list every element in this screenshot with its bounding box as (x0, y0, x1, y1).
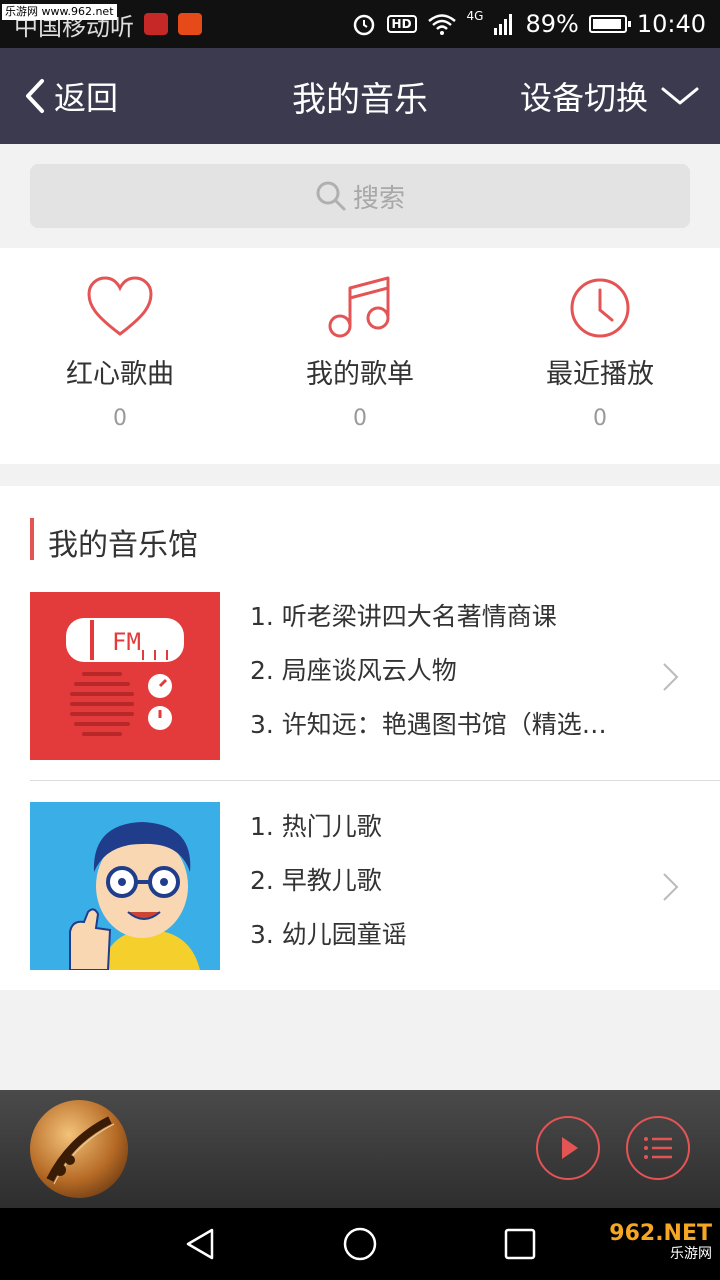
search-section: 搜索 (0, 144, 720, 248)
status-bar: 乐游网 www.962.net 中国移动听 HD 4G 89% 10:40 (0, 0, 720, 48)
card-item[interactable]: 3. 幼儿园童谣 (250, 908, 650, 962)
search-input[interactable]: 搜索 (30, 164, 690, 228)
clock-time: 10:40 (636, 10, 706, 38)
quick-entries: 红心歌曲 0 我的歌单 0 最近播放 0 (0, 248, 720, 464)
section-title: 我的音乐馆 (48, 528, 198, 563)
fm-radio-thumbnail: FM (30, 592, 220, 760)
card-item-list: 1. 热门儿歌 2. 早教儿歌 3. 幼儿园童谣 (250, 800, 650, 962)
home-circle-icon[interactable] (342, 1226, 378, 1262)
watermark-logo-main: 962.NET (609, 1221, 712, 1246)
music-note-icon (328, 276, 390, 338)
quick-entry-recent[interactable]: 最近播放 0 (480, 248, 720, 464)
back-label: 返回 (54, 79, 119, 117)
chevron-right-icon (663, 873, 679, 901)
chevron-down-icon (661, 87, 699, 105)
watermark-text: 乐游网 www.962.net (2, 4, 117, 20)
playlist-button[interactable] (626, 1116, 690, 1180)
chevron-left-icon (26, 79, 44, 113)
now-playing-cover[interactable] (30, 1100, 128, 1198)
quick-entry-count: 0 (113, 406, 127, 431)
quick-entry-favorites[interactable]: 红心歌曲 0 (0, 248, 240, 464)
device-switch-label: 设备切换 (519, 79, 648, 117)
quick-entry-count: 0 (593, 406, 607, 431)
962-watermark-logo: 962.NET 乐游网 (609, 1221, 712, 1264)
cartoon-man-thumbnail (30, 802, 220, 970)
quick-entry-playlists[interactable]: 我的歌单 0 (240, 248, 480, 464)
video-notification-icon (178, 13, 202, 35)
alarm-icon (353, 14, 374, 36)
search-placeholder: 搜索 (352, 183, 405, 214)
quick-entry-count: 0 (353, 406, 367, 431)
device-switch-button[interactable]: 设备切换 (520, 48, 700, 144)
card-divider (30, 780, 720, 781)
clock-icon (570, 278, 630, 338)
hd-icon: HD (386, 15, 417, 33)
network-type-label: 4G (466, 9, 484, 23)
back-triangle-icon[interactable] (182, 1226, 218, 1262)
card-item-list: 1. 听老梁讲四大名著情商课 2. 局座谈风云人物 3. 许知远：艳遇图书馆（精… (250, 590, 650, 752)
battery-percent: 89% (525, 10, 579, 38)
music-hall-section: 我的音乐馆 FM 1. 听老梁讲四大名著情商课 2. 局座谈风云人物 3. 许知… (0, 486, 720, 990)
quick-entry-label: 红心歌曲 (66, 359, 174, 390)
recents-square-icon[interactable] (502, 1226, 538, 1262)
mini-player (0, 1090, 720, 1208)
watermark-logo-sub: 乐游网 (670, 1246, 712, 1262)
nav-bar: 返回 我的音乐 设备切换 (0, 48, 720, 144)
wifi-icon (427, 14, 456, 35)
quick-entry-label: 我的歌单 (306, 359, 414, 390)
app-notification-icon (144, 13, 168, 35)
card-item[interactable]: 2. 局座谈风云人物 (250, 644, 650, 698)
music-hall-card-radio[interactable]: FM 1. 听老梁讲四大名著情商课 2. 局座谈风云人物 3. 许知远：艳遇图书… (0, 590, 720, 780)
quick-entry-label: 最近播放 (546, 359, 654, 390)
card-item[interactable]: 1. 热门儿歌 (250, 800, 650, 854)
svg-text:FM: FM (112, 628, 141, 656)
search-icon (316, 181, 346, 211)
signal-icon (494, 14, 513, 35)
card-item[interactable]: 2. 早教儿歌 (250, 854, 650, 908)
chevron-right-icon (663, 663, 679, 691)
playlist-icon (644, 1137, 672, 1159)
battery-icon (588, 15, 631, 33)
heart-icon (87, 276, 153, 336)
music-hall-card-kids[interactable]: 1. 热门儿歌 2. 早教儿歌 3. 幼儿园童谣 (0, 800, 720, 990)
section-accent-bar (30, 518, 34, 560)
card-item[interactable]: 3. 许知远：艳遇图书馆（精选… (250, 698, 650, 752)
system-nav-bar: 962.NET 乐游网 (0, 1208, 720, 1280)
back-button[interactable]: 返回 (24, 48, 118, 144)
play-button[interactable] (536, 1116, 600, 1180)
play-icon (562, 1137, 578, 1159)
card-item[interactable]: 1. 听老梁讲四大名著情商课 (250, 590, 650, 644)
